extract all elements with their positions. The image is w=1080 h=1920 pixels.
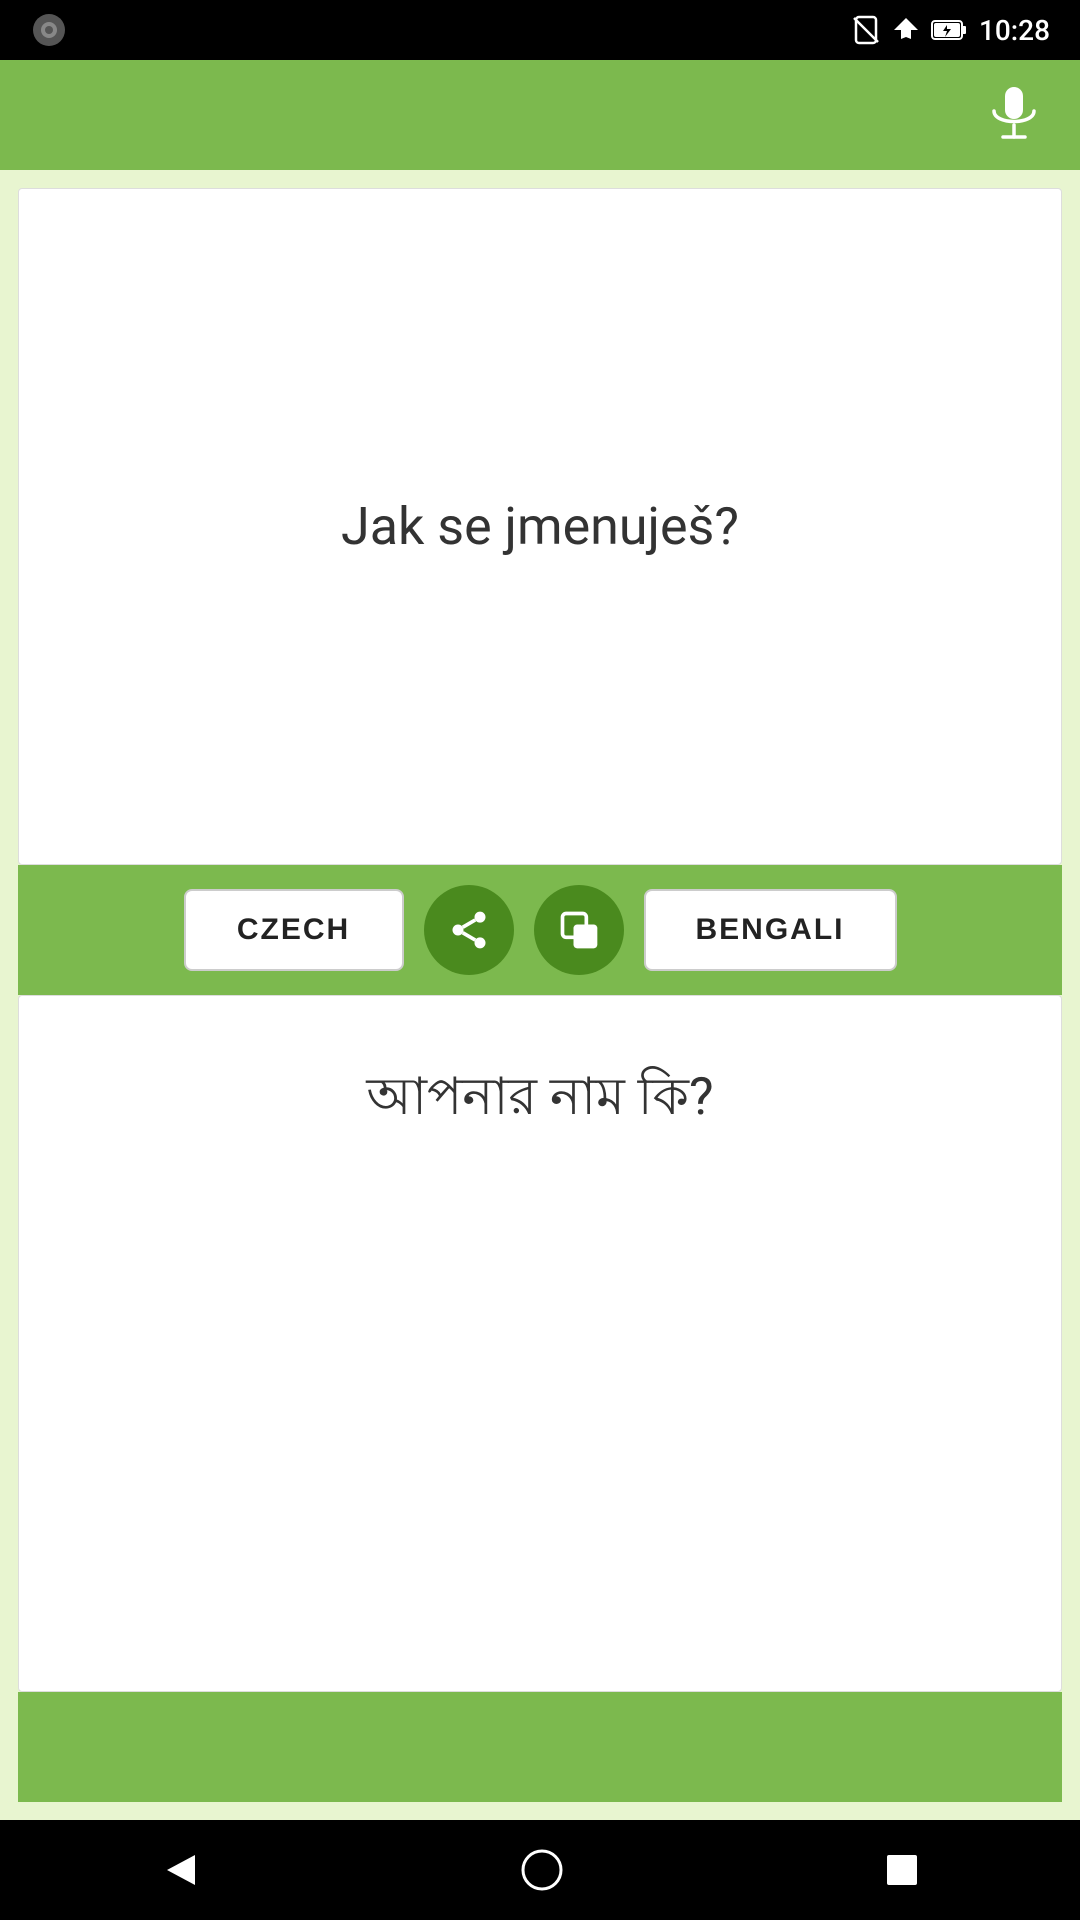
target-lang-button[interactable]: BENGALI <box>644 889 897 971</box>
mic-icon <box>988 85 1040 145</box>
recents-icon <box>883 1851 921 1889</box>
settings-icon <box>30 11 68 49</box>
mic-button[interactable] <box>988 85 1040 145</box>
source-lang-button[interactable]: CZECH <box>184 889 404 971</box>
app-header <box>0 60 1080 170</box>
status-right: 10:28 <box>851 14 1050 47</box>
no-sim-icon <box>851 15 881 45</box>
back-icon <box>159 1849 201 1891</box>
battery-icon <box>931 18 967 42</box>
lang-bar: CZECH BENGALI <box>18 865 1062 995</box>
source-panel: Jak se jmenuješ? <box>18 188 1062 865</box>
share-icon <box>447 908 491 952</box>
home-button[interactable] <box>519 1847 565 1893</box>
recents-button[interactable] <box>883 1851 921 1889</box>
target-panel: আপনার নাম কি? <box>18 995 1062 1692</box>
source-text: Jak se jmenuješ? <box>341 496 739 557</box>
status-time: 10:28 <box>979 14 1050 47</box>
target-text: আপনার নাম কি? <box>366 1056 713 1143</box>
copy-button[interactable] <box>534 885 624 975</box>
status-bar: 10:28 <box>0 0 1080 60</box>
copy-icon <box>557 908 601 952</box>
nav-bar <box>0 1820 1080 1920</box>
home-icon <box>519 1847 565 1893</box>
status-left <box>30 11 68 49</box>
status-icons <box>851 15 967 45</box>
main-content: Jak se jmenuješ? CZECH BENGALI আপনার নাম… <box>0 170 1080 1820</box>
bottom-green-bar <box>18 1692 1062 1802</box>
share-button[interactable] <box>424 885 514 975</box>
airplane-icon <box>891 15 921 45</box>
back-button[interactable] <box>159 1849 201 1891</box>
